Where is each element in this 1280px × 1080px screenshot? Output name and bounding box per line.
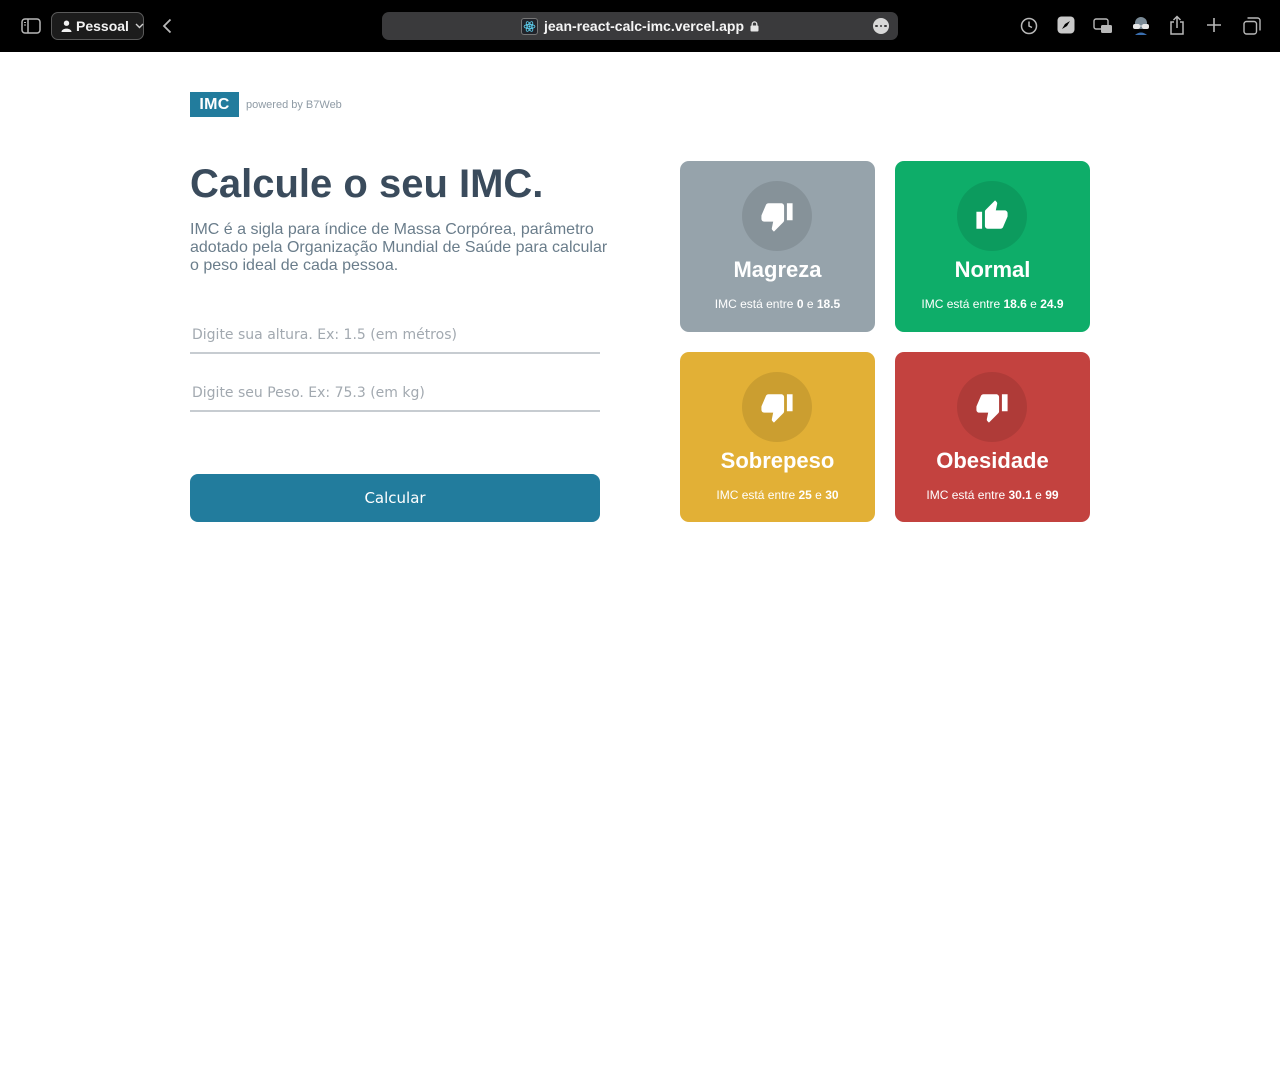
page-description: IMC é a sigla para índice de Massa Corpó… (190, 221, 608, 274)
browser-toolbar: Pessoal jean-react-calc-imc.vercel.app (0, 0, 1280, 52)
powered-by-text: powered by B7Web (246, 98, 342, 111)
page-title: Calcule o seu IMC. (190, 162, 544, 206)
profile-button[interactable]: Pessoal (51, 12, 144, 40)
address-bar[interactable]: jean-react-calc-imc.vercel.app (382, 12, 898, 40)
address-text: jean-react-calc-imc.vercel.app (544, 18, 744, 34)
thumbs-down-icon (742, 181, 812, 251)
weight-input[interactable] (190, 376, 600, 412)
level-card-obesidade: Obesidade IMC está entre 30.1 e 99 (895, 352, 1090, 522)
calculate-button[interactable]: Calcular (190, 474, 600, 522)
share-icon[interactable] (1168, 14, 1186, 36)
level-range: IMC está entre 30.1 e 99 (926, 488, 1059, 502)
level-card-normal: Normal IMC está entre 18.6 e 24.9 (895, 161, 1090, 332)
level-range: IMC está entre 25 e 30 (716, 488, 839, 502)
person-icon (61, 20, 72, 32)
level-title: Normal (954, 257, 1031, 282)
thumbs-down-icon (957, 372, 1027, 442)
react-favicon-icon (521, 17, 538, 35)
back-arrow-icon[interactable] (158, 16, 176, 36)
level-card-sobrepeso: Sobrepeso IMC está entre 25 e 30 (680, 352, 875, 522)
logo: IMC powered by B7Web (190, 92, 342, 117)
thumbs-up-icon (957, 181, 1027, 251)
profile-label: Pessoal (76, 18, 129, 34)
extension-avatar-icon[interactable] (1130, 15, 1152, 37)
level-title: Obesidade (936, 448, 1049, 473)
extension-compass-icon[interactable] (1057, 16, 1075, 34)
level-title: Sobrepeso (720, 448, 835, 473)
extension-window-icon[interactable] (1093, 17, 1113, 35)
new-tab-icon[interactable] (1205, 16, 1223, 34)
level-range: IMC está entre 0 e 18.5 (714, 297, 841, 311)
logo-badge: IMC (190, 92, 239, 117)
level-card-magreza: Magreza IMC está entre 0 e 18.5 (680, 161, 875, 332)
sidebar-toggle-icon[interactable] (20, 16, 42, 36)
level-title: Magreza (733, 257, 822, 282)
level-range: IMC está entre 18.6 e 24.9 (921, 297, 1064, 311)
thumbs-down-icon (742, 372, 812, 442)
page-menu-icon[interactable] (873, 18, 889, 34)
history-icon[interactable] (1019, 16, 1039, 36)
tab-overview-icon[interactable] (1242, 16, 1262, 36)
height-input[interactable] (190, 318, 600, 354)
lock-icon (750, 20, 759, 32)
chevron-down-icon (135, 23, 144, 29)
